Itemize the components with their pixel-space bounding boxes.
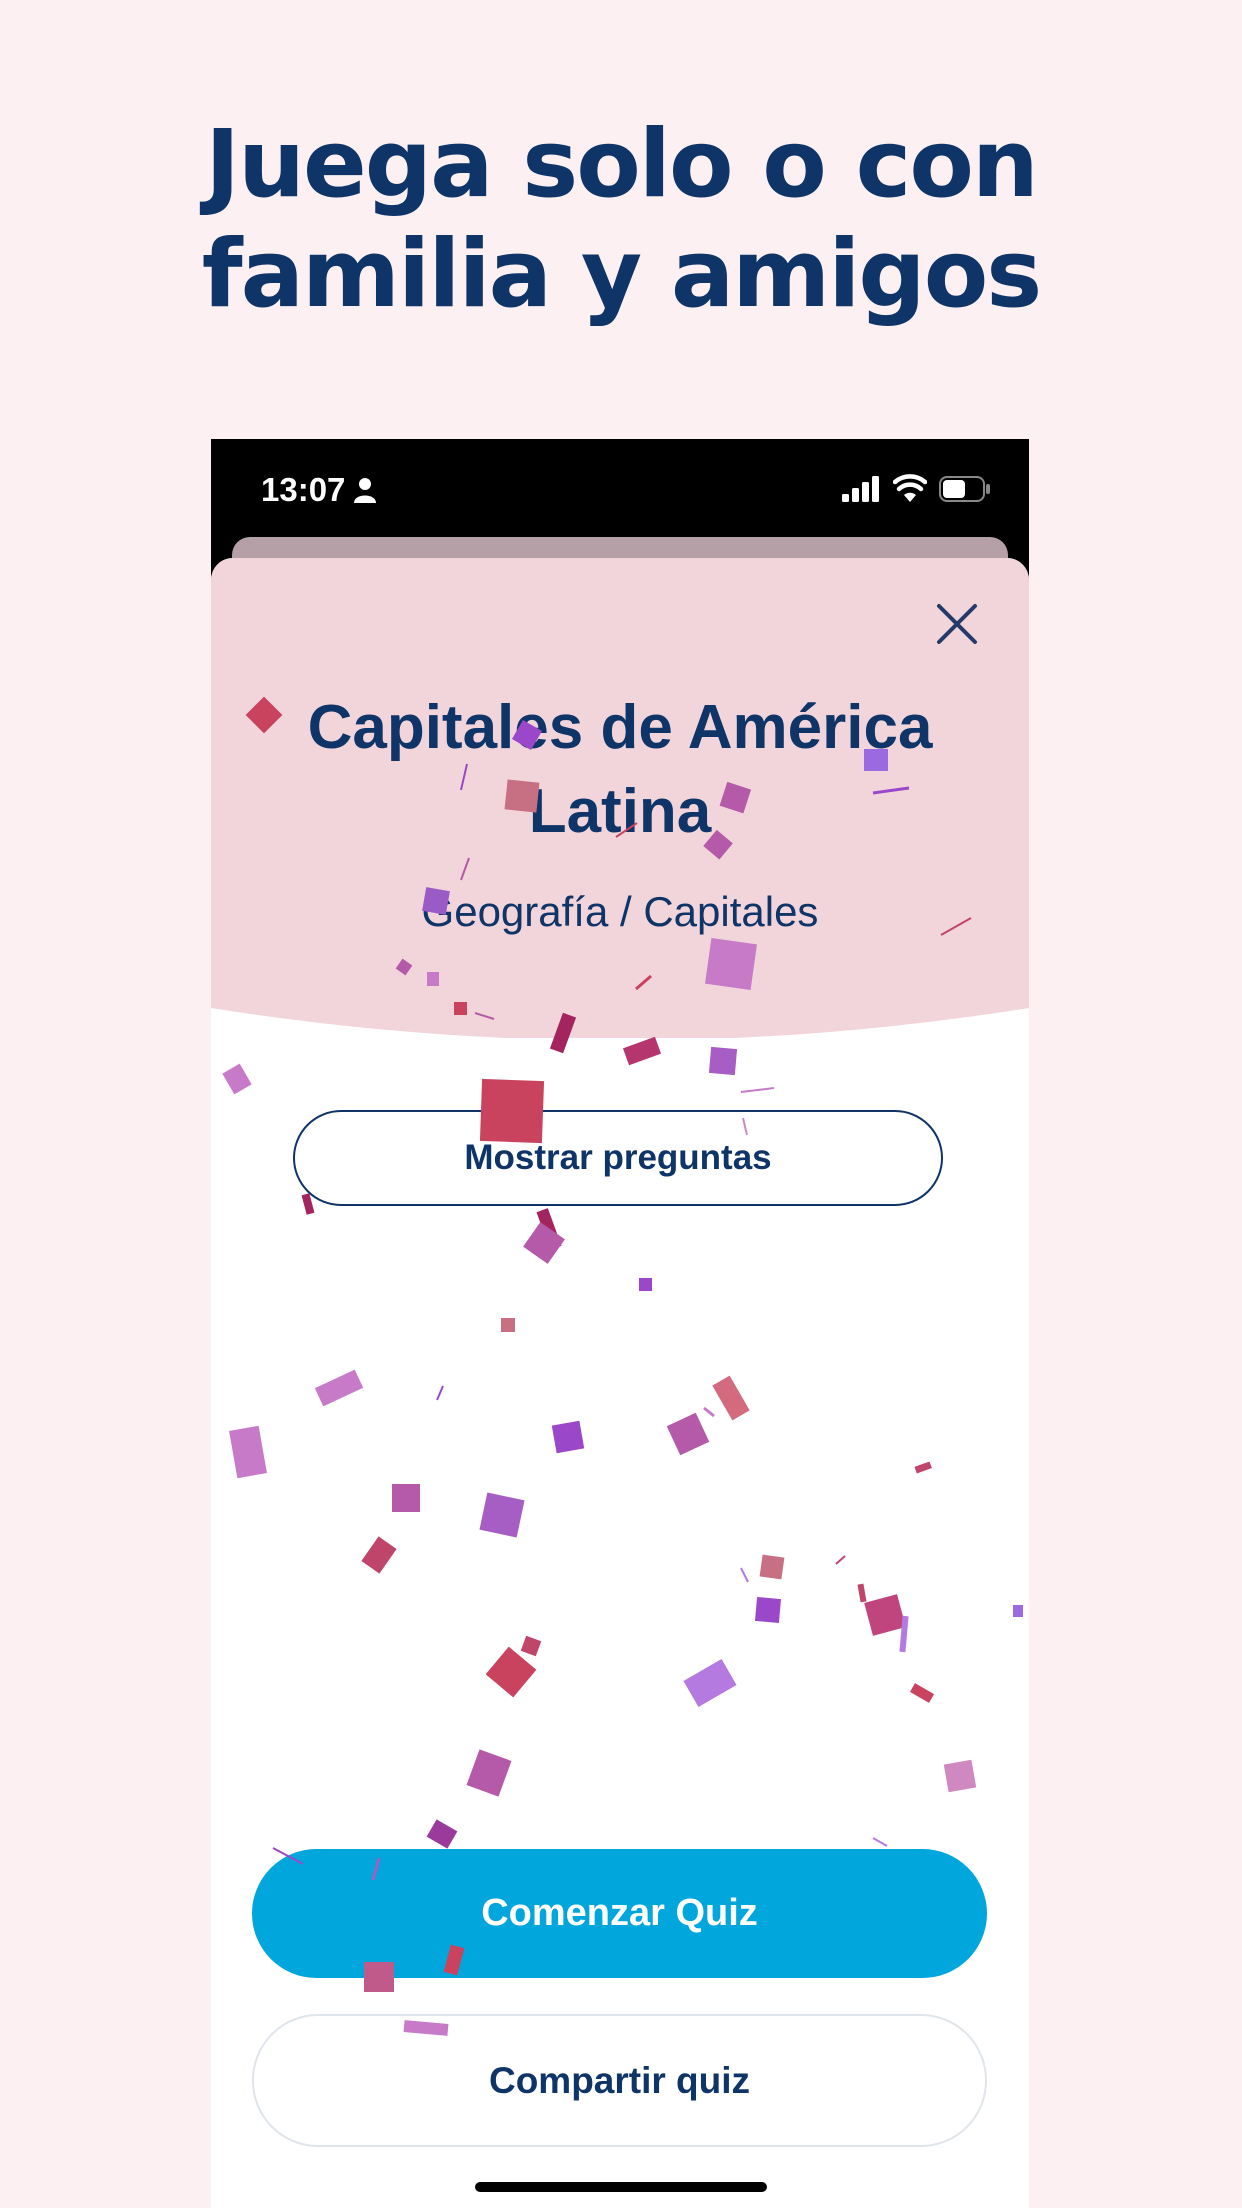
quiz-title-line1: Capitales de América [307, 693, 933, 762]
headline-line1: Juega solo o con [205, 110, 1039, 219]
cellular-signal-icon [842, 476, 879, 502]
status-time: 13:07 [261, 471, 346, 508]
quiz-sheet: Capitales de América Latina Geografía / … [211, 558, 1029, 2208]
headline: Juega solo o con familia y amigos [0, 110, 1242, 330]
home-indicator [475, 2182, 767, 2192]
quiz-category: Geografía / Capitales [421, 888, 819, 935]
start-quiz-button[interactable]: Comenzar Quiz [252, 1849, 987, 1978]
person-icon [354, 478, 376, 503]
share-quiz-button[interactable]: Compartir quiz [252, 2014, 987, 2147]
phone-frame: 13:07 Capitales de América Latina Geogra… [211, 439, 1029, 2208]
wifi-icon [893, 474, 927, 502]
close-icon[interactable] [935, 602, 979, 646]
quiz-title: Capitales de América Latina [251, 686, 989, 854]
battery-icon [939, 476, 990, 502]
quiz-title-line2: Latina [528, 777, 712, 846]
show-questions-button[interactable]: Mostrar preguntas [293, 1110, 943, 1206]
status-bar: 13:07 [211, 439, 1029, 539]
headline-line2: familia y amigos [201, 220, 1043, 329]
